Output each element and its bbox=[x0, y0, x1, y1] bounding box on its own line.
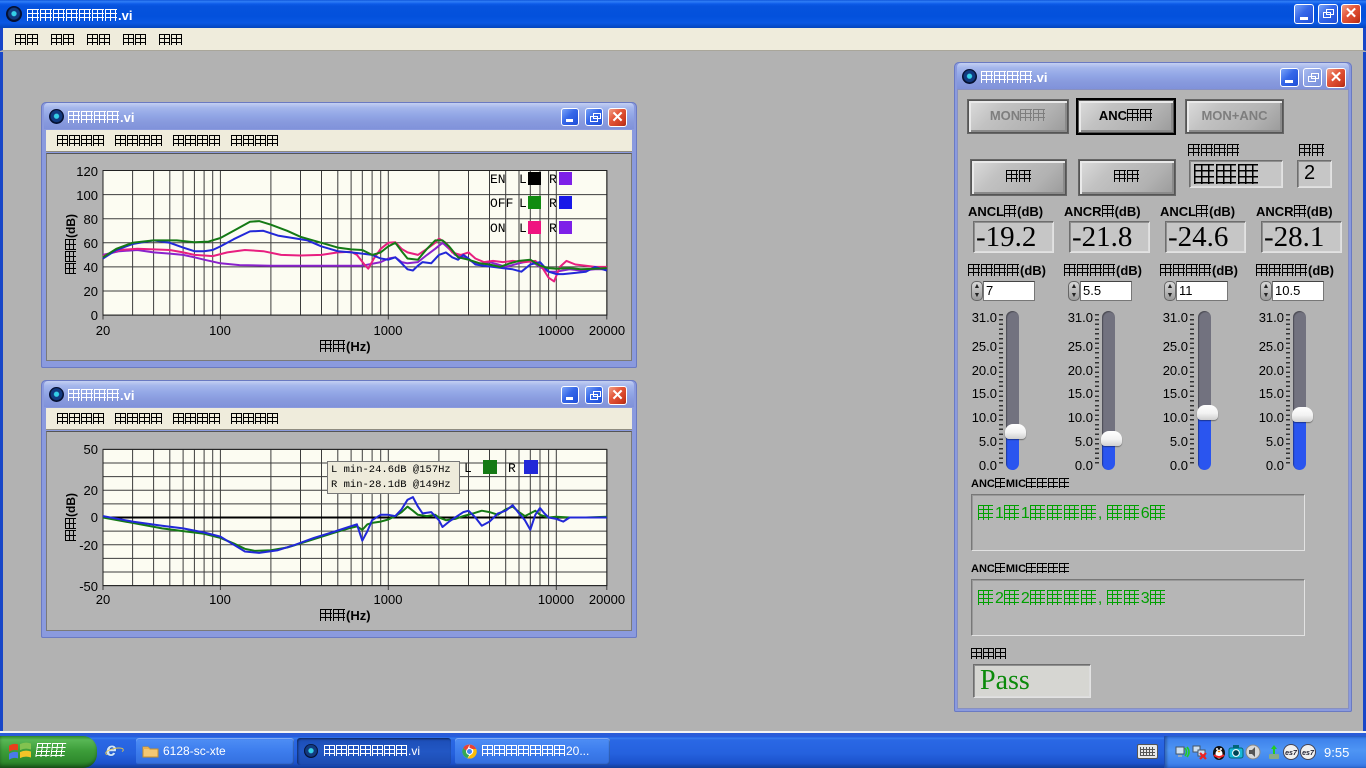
svg-text:es7: es7 bbox=[1285, 750, 1298, 757]
svg-text:es7: es7 bbox=[1302, 750, 1315, 757]
